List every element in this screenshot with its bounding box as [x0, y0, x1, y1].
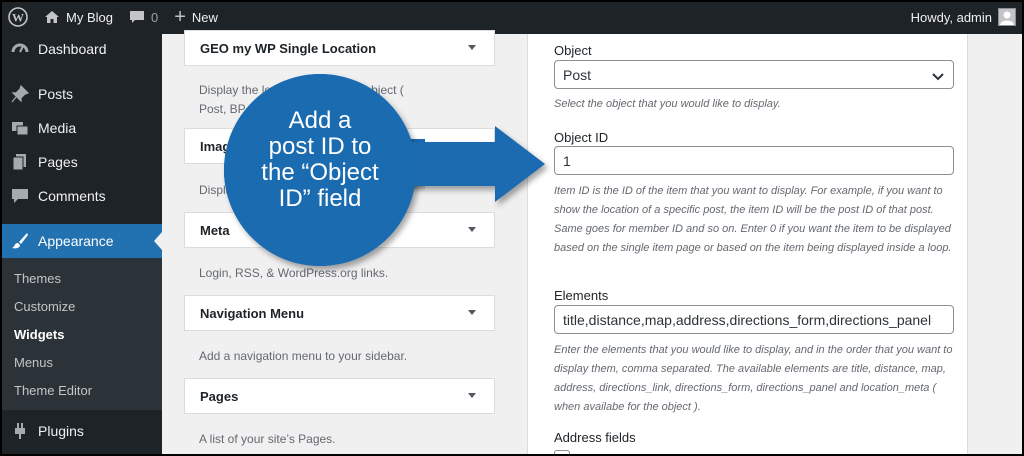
callout-line: Add a — [288, 107, 352, 134]
widget-description: A list of your site’s Pages. — [199, 432, 336, 446]
address-fields-label: Address fields — [554, 430, 636, 445]
object-description: Select the object that you would like to… — [554, 98, 781, 110]
callout-text: Add a post ID to the “Object ID” field — [215, 108, 425, 212]
submenu-item-themes[interactable]: Themes — [0, 264, 162, 292]
comments-count: 0 — [150, 9, 159, 25]
widget-description: Add a navigation menu to your sidebar. — [199, 349, 408, 363]
appearance-submenu: Themes Customize Widgets Menus Theme Edi… — [0, 258, 162, 410]
comment-bubble-icon — [129, 10, 145, 24]
sidebar-item-dashboard[interactable]: Dashboard — [0, 32, 162, 66]
submenu-item-widgets[interactable]: Widgets — [0, 320, 162, 348]
object-label: Object — [554, 43, 592, 58]
expand-arrow-icon[interactable] — [468, 45, 476, 50]
pin-icon — [10, 84, 30, 104]
greeting: Howdy, admin — [910, 9, 992, 25]
sidebar-item-media[interactable]: Media — [0, 111, 162, 145]
site-name: My Blog — [66, 9, 113, 25]
sidebar-item-label: Media — [38, 120, 77, 136]
admin-sidebar: Dashboard Posts Media Pages Comments App… — [0, 34, 162, 456]
elements-value: title,distance,map,address,directions_fo… — [563, 311, 932, 328]
avatar — [998, 8, 1016, 26]
account-menu[interactable]: Howdy, admin — [911, 0, 1016, 34]
object-id-label: Object ID — [554, 130, 609, 145]
sidebar-item-label: Appearance — [38, 233, 114, 249]
expand-arrow-icon[interactable] — [468, 393, 476, 398]
elements-description: Enter the elements that you would like t… — [554, 344, 953, 413]
widget-navigation-menu[interactable]: Navigation Menu — [184, 295, 495, 331]
sidebar-item-label: Posts — [38, 86, 74, 102]
media-icon — [10, 118, 30, 138]
new-content-link[interactable]: + New — [166, 0, 226, 34]
sidebar-item-posts[interactable]: Posts — [0, 77, 162, 111]
new-label: New — [191, 9, 218, 25]
address-field-checkbox[interactable] — [554, 450, 570, 456]
callout-line: post ID to — [268, 133, 372, 160]
site-name-link[interactable]: My Blog — [36, 0, 121, 34]
sidebar-item-plugins[interactable]: Plugins — [0, 414, 162, 448]
submenu-item-customize[interactable]: Customize — [0, 292, 162, 320]
plug-icon — [10, 421, 30, 441]
admin-bar: W My Blog 0 + New Howdy, admin — [0, 0, 1024, 34]
object-select-value: Post — [563, 66, 592, 83]
svg-text:W: W — [12, 11, 24, 25]
sidebar-item-appearance[interactable]: Appearance — [0, 224, 162, 258]
comment-icon — [10, 186, 30, 206]
sidebar-item-comments[interactable]: Comments — [0, 179, 162, 213]
callout-line: ID” field — [278, 185, 362, 212]
widget-settings-form: Object Post Select the object that you w… — [527, 34, 968, 456]
submenu-item-theme-editor[interactable]: Theme Editor — [0, 376, 162, 404]
sidebar-item-label: Plugins — [38, 423, 84, 439]
elements-input[interactable]: title,distance,map,address,directions_fo… — [554, 305, 954, 334]
home-icon — [44, 10, 60, 24]
sidebar-item-pages[interactable]: Pages — [0, 145, 162, 179]
object-id-description: Item ID is the ID of the item that you w… — [554, 185, 952, 254]
callout-line: the “Object — [261, 159, 379, 186]
sidebar-item-label: Pages — [38, 154, 78, 170]
submenu-item-menus[interactable]: Menus — [0, 348, 162, 376]
comments-link[interactable]: 0 — [121, 0, 166, 34]
pages-icon — [10, 152, 30, 172]
brush-icon — [10, 231, 30, 251]
object-id-input[interactable]: 1 — [554, 146, 954, 175]
expand-arrow-icon[interactable] — [468, 310, 476, 315]
widget-title: GEO my WP Single Location — [200, 40, 377, 56]
sidebar-item-label: Comments — [38, 188, 106, 204]
object-select[interactable]: Post — [554, 60, 954, 89]
dashboard-icon — [10, 39, 30, 59]
widget-pages[interactable]: Pages — [184, 378, 495, 414]
right-background — [968, 34, 1024, 456]
widget-geo-my-wp[interactable]: GEO my WP Single Location — [184, 30, 495, 66]
object-id-value: 1 — [563, 152, 571, 169]
sidebar-item-label: Dashboard — [38, 41, 107, 57]
plus-icon: + — [174, 6, 186, 28]
wordpress-logo-icon[interactable]: W — [0, 0, 36, 34]
widget-title: Navigation Menu — [200, 305, 305, 321]
widget-title: Pages — [200, 388, 239, 404]
chevron-down-icon — [931, 69, 945, 85]
elements-label: Elements — [554, 288, 609, 303]
expand-arrow-icon[interactable] — [468, 227, 476, 232]
